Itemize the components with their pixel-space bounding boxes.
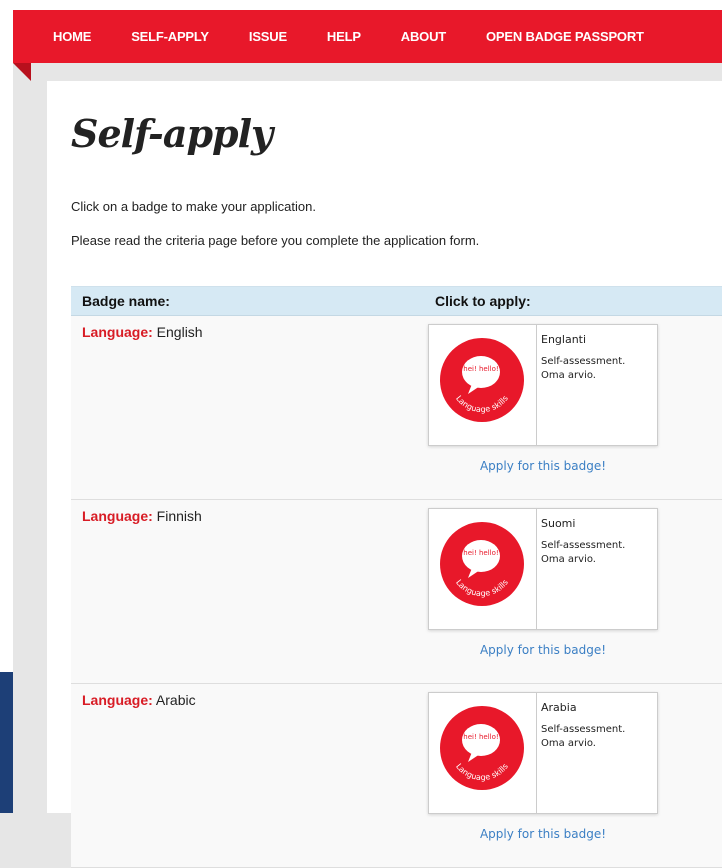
badge-card[interactable]: hei! hello! Language skills Arabia Self-… [428,692,658,814]
badge-category-label: Language: [82,324,153,340]
intro-text: Click on a badge to make your applicatio… [71,199,316,214]
language-skills-badge-icon: hei! hello! Language skills [440,338,524,422]
nav-self-apply[interactable]: SELF-APPLY [131,29,209,44]
top-edge [13,0,722,10]
page-title: Self-apply [71,111,273,156]
badge-name-value: English [156,324,203,340]
nav-open-badge-passport[interactable]: OPEN BADGE PASSPORT [486,29,644,44]
table-row: Language: English hei! hello! Language s… [71,316,722,500]
badge-name: Language: English [82,324,203,340]
nav-about[interactable]: ABOUT [401,29,446,44]
header-click-to-apply: Click to apply: [435,293,531,309]
badge-card[interactable]: hei! hello! Language skills Suomi Self-a… [428,508,658,630]
badge-card-description: Self-assessment. Oma arvio. [541,540,626,565]
badge-category-label: Language: [82,508,153,524]
badge-name: Language: Finnish [82,508,202,524]
badge-info: Arabia Self-assessment. Oma arvio. [541,701,651,751]
language-skills-badge-icon: hei! hello! Language skills [440,522,524,606]
badge-info: Englanti Self-assessment. Oma arvio. [541,333,651,383]
badge-info: Suomi Self-assessment. Oma arvio. [541,517,651,567]
table-row: Language: Arabic hei! hello! Language sk… [71,684,722,868]
badge-card-description: Self-assessment. Oma arvio. [541,356,626,381]
badge-card-description: Self-assessment. Oma arvio. [541,724,626,749]
apply-badge-link[interactable]: Apply for this badge! [428,459,658,473]
table-header: Badge name: Click to apply: [71,287,722,316]
content-panel: Self-apply Click on a badge to make your… [47,81,722,868]
nav-home[interactable]: HOME [53,29,91,44]
badge-card-title: Englanti [541,333,587,346]
badge-card-title: Suomi [541,517,576,530]
badge-category-label: Language: [82,692,153,708]
badge-name: Language: Arabic [82,692,196,708]
badge-name-value: Finnish [156,508,202,524]
criteria-note: Please read the criteria page before you… [71,233,480,248]
badge-table: Badge name: Click to apply: Language: En… [71,286,722,868]
nav-ribbon-fold [13,63,31,81]
svg-text:hei! hello!: hei! hello! [463,549,498,557]
table-row: Language: Finnish hei! hello! Language s… [71,500,722,684]
apply-badge-link[interactable]: Apply for this badge! [428,643,658,657]
badge-image: hei! hello! Language skills [429,509,537,629]
badge-card[interactable]: hei! hello! Language skills Englanti Sel… [428,324,658,446]
header-badge-name: Badge name: [82,293,170,309]
svg-text:hei! hello!: hei! hello! [463,733,498,741]
main-nav: HOME SELF-APPLY ISSUE HELP ABOUT OPEN BA… [13,10,722,63]
badge-image: hei! hello! Language skills [429,693,537,813]
badge-name-value: Arabic [155,692,196,708]
nav-issue[interactable]: ISSUE [249,29,287,44]
background-window-fragment [0,672,13,813]
language-skills-badge-icon: hei! hello! Language skills [440,706,524,790]
apply-badge-link[interactable]: Apply for this badge! [428,827,658,841]
badge-card-title: Arabia [541,701,577,714]
badge-image: hei! hello! Language skills [429,325,537,445]
nav-help[interactable]: HELP [327,29,361,44]
svg-text:hei! hello!: hei! hello! [463,365,498,373]
